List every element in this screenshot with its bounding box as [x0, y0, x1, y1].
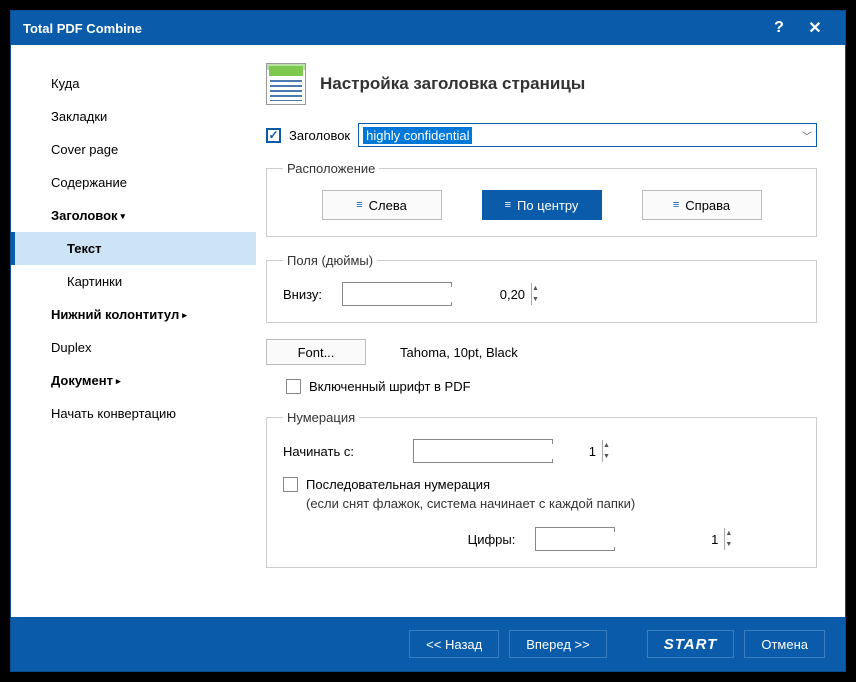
spin-up-icon[interactable]: ▲ — [603, 440, 610, 451]
embed-font-row: Включенный шрифт в PDF — [286, 379, 817, 394]
page-title: Настройка заголовка страницы — [320, 74, 585, 94]
cancel-button[interactable]: Отмена — [744, 630, 825, 658]
font-row: Font... Tahoma, 10pt, Black — [266, 339, 817, 365]
sidebar-item-duplex[interactable]: Duplex — [11, 331, 256, 364]
spin-up-icon[interactable]: ▲ — [532, 283, 539, 294]
align-center-button[interactable]: ≡По центру — [482, 190, 602, 220]
numbering-legend: Нумерация — [283, 410, 359, 425]
embed-font-label: Включенный шрифт в PDF — [309, 379, 471, 394]
sidebar-item-footer[interactable]: Нижний колонтитул▸ — [11, 298, 256, 331]
sequential-text: Последовательная нумерация (если снят фл… — [306, 477, 635, 511]
sequential-checkbox[interactable] — [283, 477, 298, 492]
forward-button[interactable]: Вперед >> — [509, 630, 607, 658]
align-left-button[interactable]: ≡Слева — [322, 190, 442, 220]
margins-fieldset: Поля (дюймы) Внизу: ▲▼ — [266, 253, 817, 323]
sidebar-item-contents[interactable]: Содержание — [11, 166, 256, 199]
window-title: Total PDF Combine — [23, 21, 761, 36]
sidebar-item-document[interactable]: Документ▸ — [11, 364, 256, 397]
main-panel: Настройка заголовка страницы Заголовок h… — [256, 45, 845, 617]
sidebar-item-images[interactable]: Картинки — [11, 265, 256, 298]
footer: << Назад Вперед >> START Отмена — [11, 617, 845, 671]
help-icon[interactable]: ? — [761, 19, 797, 37]
alignment-buttons: ≡Слева ≡По центру ≡Справа — [283, 190, 800, 220]
start-button[interactable]: START — [647, 630, 735, 658]
align-right-icon: ≡ — [673, 199, 679, 211]
page-header: Настройка заголовка страницы — [266, 63, 817, 105]
spin-down-icon[interactable]: ▼ — [532, 294, 539, 305]
sequential-note: (если снят флажок, система начинает с ка… — [306, 496, 635, 511]
margin-bottom-spinner[interactable]: ▲▼ — [342, 282, 452, 306]
main-window: Total PDF Combine ? ✕ Куда Закладки Cove… — [10, 10, 846, 672]
start-number-field: Начинать с: ▲▼ — [283, 439, 800, 463]
sidebar-item-header[interactable]: Заголовок▾ — [11, 199, 256, 232]
sidebar: Куда Закладки Cover page Содержание Заго… — [11, 45, 256, 617]
font-description: Tahoma, 10pt, Black — [400, 345, 518, 360]
header-row: Заголовок highly confidential ﹀ — [266, 123, 817, 147]
spin-down-icon[interactable]: ▼ — [603, 451, 610, 462]
chevron-down-icon: ▾ — [121, 211, 126, 221]
margins-legend: Поля (дюймы) — [283, 253, 377, 268]
margin-bottom-label: Внизу: — [283, 287, 322, 302]
align-center-icon: ≡ — [505, 199, 511, 211]
header-text-combo[interactable]: highly confidential ﹀ — [358, 123, 817, 147]
spin-up-icon[interactable]: ▲ — [725, 528, 732, 539]
margin-bottom-input[interactable] — [343, 287, 531, 302]
digits-spinner[interactable]: ▲▼ — [535, 527, 615, 551]
body: Куда Закладки Cover page Содержание Заго… — [11, 45, 845, 617]
align-left-icon: ≡ — [356, 199, 362, 211]
start-number-input[interactable] — [414, 444, 602, 459]
header-text-value: highly confidential — [363, 127, 472, 144]
titlebar: Total PDF Combine ? ✕ — [11, 11, 845, 45]
embed-font-checkbox[interactable] — [286, 379, 301, 394]
back-button[interactable]: << Назад — [409, 630, 499, 658]
spin-down-icon[interactable]: ▼ — [725, 539, 732, 550]
start-number-spinner[interactable]: ▲▼ — [413, 439, 553, 463]
close-icon[interactable]: ✕ — [797, 18, 833, 38]
header-enable-checkbox[interactable] — [266, 128, 281, 143]
align-right-button[interactable]: ≡Справа — [642, 190, 762, 220]
alignment-legend: Расположение — [283, 161, 379, 176]
sequential-label: Последовательная нумерация — [306, 477, 635, 492]
start-number-label: Начинать с: — [283, 444, 383, 459]
sidebar-item-text[interactable]: Текст — [11, 232, 256, 265]
font-button[interactable]: Font... — [266, 339, 366, 365]
chevron-down-icon: ﹀ — [802, 128, 812, 143]
sidebar-item-start-conversion[interactable]: Начать конвертацию — [11, 397, 256, 430]
numbering-fieldset: Нумерация Начинать с: ▲▼ Последовательна… — [266, 410, 817, 568]
digits-label: Цифры: — [468, 532, 516, 547]
sidebar-item-destination[interactable]: Куда — [11, 67, 256, 100]
sidebar-item-cover-page[interactable]: Cover page — [11, 133, 256, 166]
sidebar-item-bookmarks[interactable]: Закладки — [11, 100, 256, 133]
margin-bottom-field: Внизу: ▲▼ — [283, 282, 800, 306]
digits-input[interactable] — [536, 532, 724, 547]
alignment-fieldset: Расположение ≡Слева ≡По центру ≡Справа — [266, 161, 817, 237]
header-checkbox-label: Заголовок — [289, 128, 350, 143]
document-header-icon — [266, 63, 306, 105]
chevron-right-icon: ▸ — [116, 376, 121, 386]
chevron-right-icon: ▸ — [182, 310, 187, 320]
digits-field: Цифры: ▲▼ — [283, 527, 800, 551]
sequential-row: Последовательная нумерация (если снят фл… — [283, 477, 800, 511]
